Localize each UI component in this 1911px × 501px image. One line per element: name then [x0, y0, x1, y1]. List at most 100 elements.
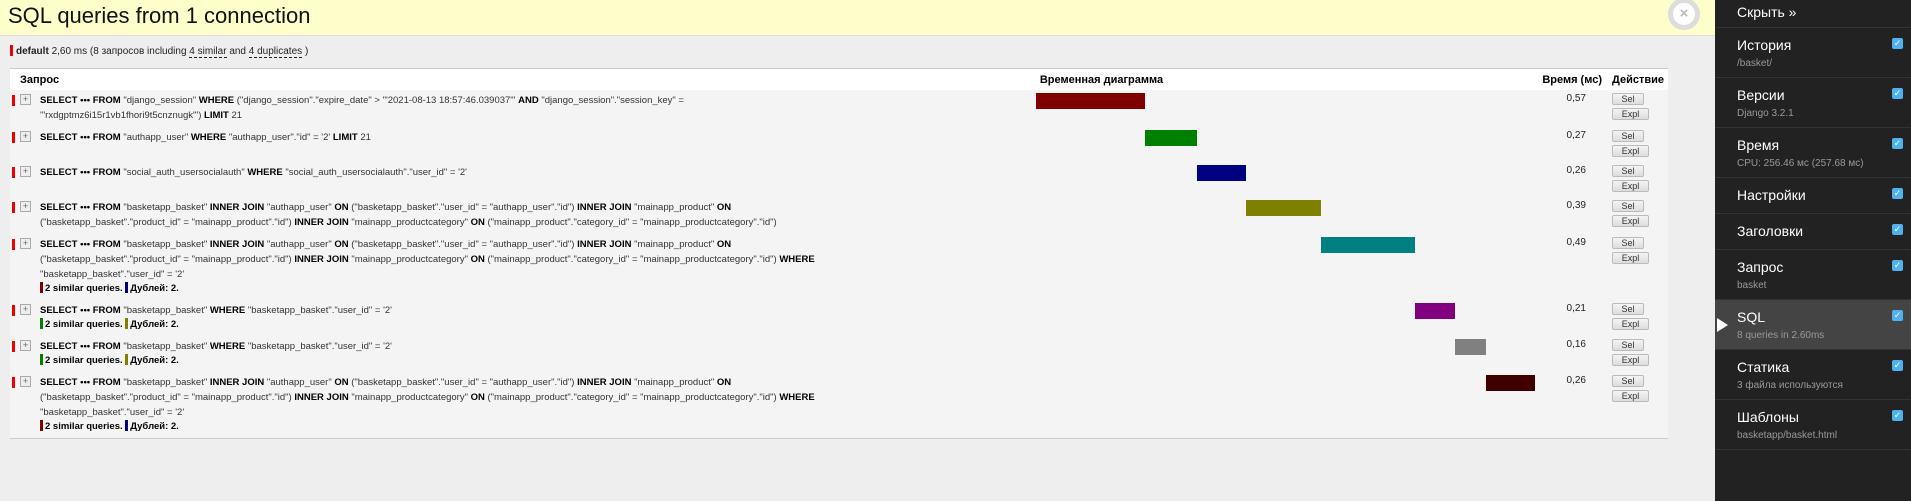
col-query: Запрос [10, 69, 1036, 90]
similar-color-marker [40, 420, 43, 431]
expand-toggle-button[interactable]: + [20, 376, 31, 387]
select-button[interactable]: Sel [1612, 165, 1644, 177]
panel-enabled-checkbox[interactable]: ✓ [1892, 360, 1903, 371]
table-row: + SELECT ••• FROM "basketapp_basket" WHER… [10, 300, 1668, 336]
expand-toggle-button[interactable]: + [20, 340, 31, 351]
sql-fragment: ("mainapp_product"."category_id" = "main… [484, 254, 780, 265]
explain-button[interactable]: Expl [1612, 215, 1649, 227]
sql-fragment: "authapp_user" [264, 377, 335, 388]
sidebar-item-запрос[interactable]: Запрос basket ✓ [1715, 250, 1911, 300]
sql-keyword: AND [518, 95, 539, 106]
sql-text: SELECT ••• FROM "social_auth_usersociala… [40, 165, 830, 180]
query-cell: + SELECT ••• FROM "basketapp_basket" INNE… [10, 372, 1036, 438]
sql-text: SELECT ••• FROM "django_session" WHERE (… [40, 93, 830, 123]
summary-text: (8 запросов including [89, 46, 187, 57]
timeline-cell [1036, 372, 1536, 438]
sidebar-item-шаблоны[interactable]: Шаблоны basketapp/basket.html ✓ [1715, 400, 1911, 450]
timeline-cell [1036, 300, 1534, 336]
expand-toggle-button[interactable]: + [20, 238, 31, 249]
close-button[interactable]: × [1668, 0, 1700, 30]
similar-duplicate-info: 2 similar queries. Дублей: 2. [40, 318, 1032, 332]
sql-keyword: INNER JOIN [209, 202, 265, 213]
sql-keyword: ON [334, 202, 349, 213]
timeline-cell [1036, 234, 1534, 300]
sql-keyword: SELECT ••• FROM [40, 377, 121, 388]
query-time: 0,39 [1566, 200, 1586, 211]
explain-button[interactable]: Expl [1612, 318, 1649, 330]
sidebar-item-sql[interactable]: SQL 8 queries in 2.60ms ✓ [1715, 300, 1911, 350]
timeline-cell [1035, 90, 1534, 127]
sql-fragment: "authapp_user"."id" = '2' [226, 132, 333, 143]
sql-keyword: WHERE [198, 95, 235, 106]
expand-toggle-button[interactable]: + [20, 304, 31, 315]
sql-fragment: ("mainapp_product"."category_id" = "main… [484, 392, 780, 403]
duplicates-link[interactable]: 4 duplicates [248, 46, 303, 58]
expand-toggle-button[interactable]: + [20, 166, 31, 177]
hide-toolbar-button[interactable]: Скрыть » [1715, 0, 1911, 28]
explain-button[interactable]: Expl [1612, 145, 1649, 157]
panel-enabled-checkbox[interactable]: ✓ [1892, 88, 1903, 99]
timeline-cell [1036, 197, 1534, 234]
summary-and: and [229, 46, 246, 57]
explain-button[interactable]: Expl [1612, 390, 1649, 402]
select-button[interactable]: Sel [1612, 237, 1644, 249]
select-button[interactable]: Sel [1612, 130, 1644, 142]
select-button[interactable]: Sel [1612, 93, 1644, 105]
sidebar-item-версии[interactable]: Версии Django 3.2.1 ✓ [1715, 78, 1911, 128]
similar-link[interactable]: 4 similar [189, 46, 227, 58]
similar-queries-label[interactable]: 2 similar queries. [45, 319, 123, 330]
sidebar-item-label: Статика [1737, 359, 1790, 375]
expand-toggle-button[interactable]: + [20, 201, 31, 212]
expand-toggle-button[interactable]: + [20, 94, 31, 105]
query-cell: + SELECT ••• FROM "basketapp_basket" INNE… [10, 197, 1036, 234]
explain-button[interactable]: Expl [1612, 252, 1649, 264]
timeline-bar [1246, 200, 1321, 216]
similar-color-marker [40, 282, 43, 293]
explain-button[interactable]: Expl [1612, 354, 1649, 366]
sidebar-item-история[interactable]: История/basket/ ✓ [1715, 28, 1911, 78]
sidebar-item-настройки[interactable]: Настройки ✓ [1715, 178, 1911, 214]
sql-fragment: "mainapp_productcategory" [348, 254, 471, 265]
table-row: + SELECT ••• FROM "django_session" WHERE … [10, 90, 1668, 127]
similar-queries-label[interactable]: 2 similar queries. [45, 283, 123, 294]
actions-cell: Sel Expl [1608, 162, 1668, 197]
sidebar-item-label: История [1737, 37, 1792, 53]
sql-fragment: 21 [357, 132, 371, 143]
panel-enabled-checkbox[interactable]: ✓ [1892, 410, 1903, 421]
select-button[interactable]: Sel [1612, 375, 1644, 387]
select-button[interactable]: Sel [1612, 339, 1644, 351]
duplicates-label[interactable]: Дублей: 2. [130, 283, 179, 294]
select-button[interactable]: Sel [1612, 200, 1644, 212]
sql-keyword: SELECT ••• FROM [40, 239, 121, 250]
similar-queries-label[interactable]: 2 similar queries. [45, 355, 123, 366]
query-time: 0,16 [1566, 339, 1586, 350]
similar-queries-label[interactable]: 2 similar queries. [45, 421, 123, 432]
explain-button[interactable]: Expl [1612, 180, 1649, 192]
panel-enabled-checkbox[interactable]: ✓ [1892, 188, 1903, 199]
panel-enabled-checkbox[interactable]: ✓ [1892, 138, 1903, 149]
sql-text: SELECT ••• FROM "basketapp_basket" WHERE… [40, 339, 830, 354]
select-button[interactable]: Sel [1612, 303, 1644, 315]
sidebar-item-статика[interactable]: Статика 3 файла используются ✓ [1715, 350, 1911, 400]
duplicates-label[interactable]: Дублей: 2. [130, 355, 179, 366]
duplicates-label[interactable]: Дублей: 2. [130, 319, 179, 330]
sql-text: SELECT ••• FROM "basketapp_basket" INNER… [40, 200, 830, 230]
duplicate-color-marker [125, 420, 129, 431]
table-row: + SELECT ••• FROM "basketapp_basket" INNE… [10, 197, 1668, 234]
timeline-bar [1144, 130, 1197, 146]
table-row: + SELECT ••• FROM "basketapp_basket" INNE… [10, 372, 1668, 438]
panel-enabled-checkbox[interactable]: ✓ [1892, 310, 1903, 321]
sql-keyword: INNER JOIN [294, 217, 349, 228]
sql-text: SELECT ••• FROM "basketapp_basket" WHERE… [40, 303, 830, 318]
sidebar-item-заголовки[interactable]: Заголовки ✓ [1715, 214, 1911, 250]
panel-enabled-checkbox[interactable]: ✓ [1892, 260, 1903, 271]
duplicates-label[interactable]: Дублей: 2. [130, 421, 179, 432]
sidebar-item-subtitle: 8 queries in 2.60ms [1737, 330, 1825, 341]
expand-toggle-button[interactable]: + [20, 131, 31, 142]
sidebar-item-время[interactable]: Время CPU: 256.46 мс (257.68 мс) ✓ [1715, 128, 1911, 178]
explain-button[interactable]: Expl [1612, 108, 1649, 120]
panel-enabled-checkbox[interactable]: ✓ [1892, 38, 1903, 49]
panel-enabled-checkbox[interactable]: ✓ [1892, 224, 1903, 235]
sql-keyword: ON [716, 202, 732, 213]
sql-keyword: ON [470, 392, 485, 403]
